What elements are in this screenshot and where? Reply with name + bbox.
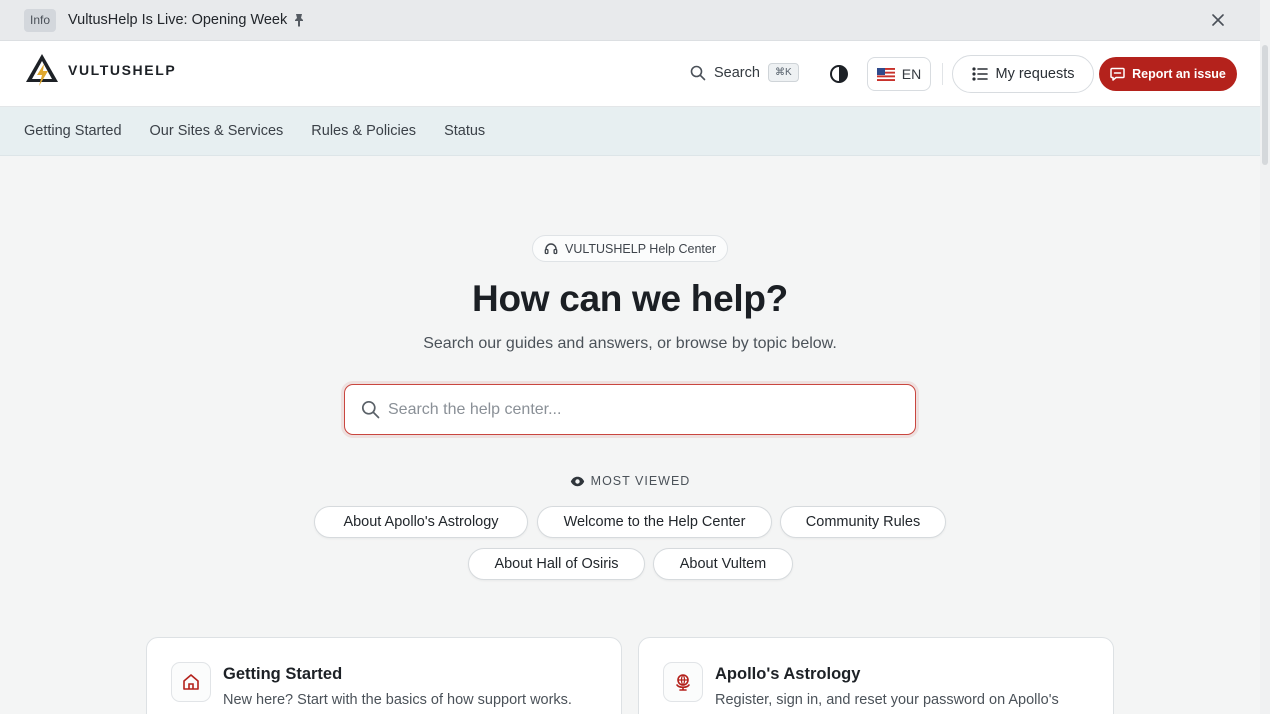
scrollbar-thumb[interactable] xyxy=(1262,45,1268,165)
brand-name: VULTUSHELP xyxy=(68,62,177,78)
us-flag-icon xyxy=(876,67,895,81)
close-announcement-button[interactable] xyxy=(1208,10,1228,30)
announcement-text: VultusHelp Is Live: Opening Week xyxy=(68,12,288,28)
most-viewed-heading: MOST VIEWED xyxy=(0,474,1260,488)
nav-item-sites-services[interactable]: Our Sites & Services xyxy=(150,123,284,139)
search-shortcut-badge: ⌘K xyxy=(767,63,799,82)
chip-about-vultem[interactable]: About Vultem xyxy=(653,548,793,580)
chip-welcome-help-center[interactable]: Welcome to the Help Center xyxy=(537,506,772,538)
report-issue-button[interactable]: Report an issue xyxy=(1099,57,1237,91)
page-title: How can we help? xyxy=(472,278,788,319)
eye-icon xyxy=(570,476,584,486)
header-divider xyxy=(942,63,943,85)
info-badge: Info xyxy=(24,8,57,32)
card-title: Getting Started xyxy=(223,665,343,683)
language-selector[interactable]: EN xyxy=(867,57,931,91)
page-subtitle: Search our guides and answers, or browse… xyxy=(423,335,837,352)
help-center-pill-label: VULTUSHELP Help Center xyxy=(565,241,716,256)
theme-toggle-button[interactable] xyxy=(828,63,850,85)
header-search-button[interactable]: Search ⌘K xyxy=(690,63,799,82)
card-title: Apollo's Astrology xyxy=(715,665,861,683)
announcement-bar: Info VultusHelp Is Live: Opening Week xyxy=(0,0,1260,41)
help-search-box[interactable] xyxy=(344,384,916,435)
chip-about-hall-of-osiris[interactable]: About Hall of Osiris xyxy=(468,548,645,580)
my-requests-label: My requests xyxy=(995,66,1075,82)
report-issue-label: Report an issue xyxy=(1132,67,1226,81)
brand-logo[interactable]: VULTUSHELP xyxy=(24,52,176,88)
contrast-icon xyxy=(830,65,848,83)
announcement-message[interactable]: VultusHelp Is Live: Opening Week xyxy=(68,12,305,28)
topic-card-getting-started[interactable]: Getting Started New here? Start with the… xyxy=(146,637,622,714)
main-nav: Getting Started Our Sites & Services Rul… xyxy=(0,107,1260,156)
chip-community-rules[interactable]: Community Rules xyxy=(780,506,946,538)
language-label: EN xyxy=(901,66,922,82)
pin-icon xyxy=(295,14,304,27)
message-alert-icon xyxy=(1110,67,1125,81)
most-viewed-label: MOST VIEWED xyxy=(590,474,691,488)
site-header: VULTUSHELP Search ⌘K EN My requests Repo… xyxy=(0,41,1260,107)
list-icon xyxy=(971,67,988,81)
nav-item-status[interactable]: Status xyxy=(444,123,485,139)
nav-item-rules-policies[interactable]: Rules & Policies xyxy=(311,123,416,139)
card-icon-box xyxy=(171,662,211,702)
card-description: Register, sign in, and reset your passwo… xyxy=(715,692,1059,708)
card-description: New here? Start with the basics of how s… xyxy=(223,692,572,708)
topic-card-apollos-astrology[interactable]: Apollo's Astrology Register, sign in, an… xyxy=(638,637,1114,714)
search-icon xyxy=(690,65,706,80)
chip-about-apollos-astrology[interactable]: About Apollo's Astrology xyxy=(314,506,528,538)
help-center-pill: VULTUSHELP Help Center xyxy=(532,235,728,262)
globe-icon xyxy=(676,674,690,691)
search-icon xyxy=(361,400,380,419)
close-icon xyxy=(1212,14,1224,26)
vulture-logo-icon xyxy=(26,54,58,86)
my-requests-button[interactable]: My requests xyxy=(952,55,1094,93)
headset-icon xyxy=(544,242,558,254)
home-icon xyxy=(183,674,199,690)
nav-item-getting-started[interactable]: Getting Started xyxy=(24,123,122,139)
help-search-input[interactable] xyxy=(388,400,888,419)
header-search-label: Search xyxy=(714,64,760,81)
card-icon-box xyxy=(663,662,703,702)
